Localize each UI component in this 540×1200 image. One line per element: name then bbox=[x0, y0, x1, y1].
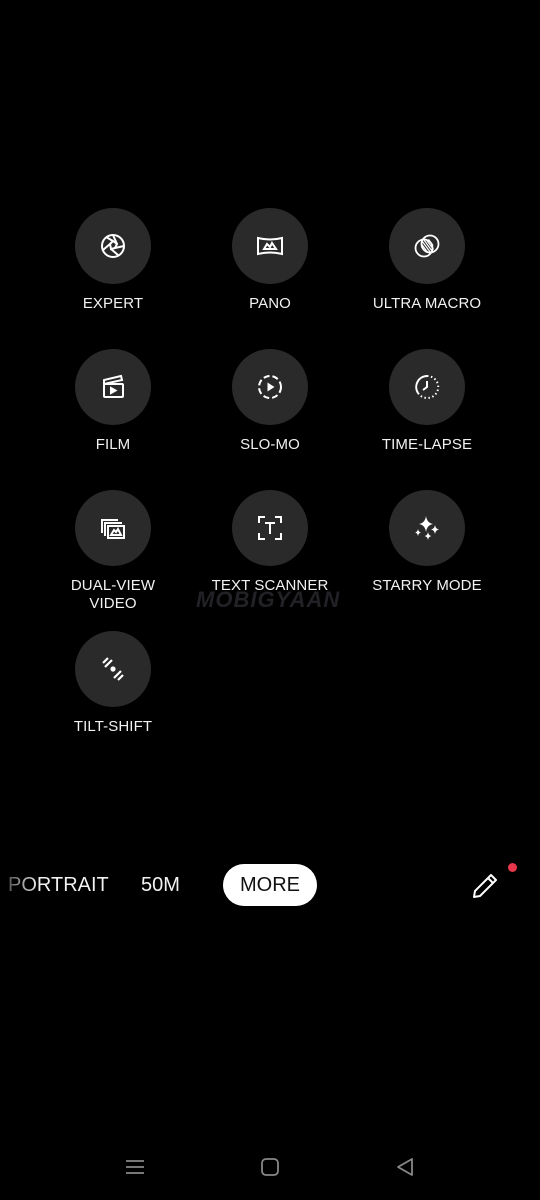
sparkles-icon bbox=[415, 516, 439, 540]
mode-expert-label: EXPERT bbox=[82, 295, 144, 312]
timelapse-icon bbox=[415, 374, 440, 399]
pencil-icon bbox=[473, 874, 497, 898]
mode-starry-label: STARRY MODE bbox=[372, 577, 482, 594]
mode-ultra-macro[interactable]: ULTRA MACRO bbox=[352, 208, 502, 313]
clapperboard-icon bbox=[103, 374, 124, 398]
mode-dual-view-video-label: DUAL-VIEW VIDEO bbox=[70, 577, 156, 612]
mode-pano-label: PANO bbox=[249, 295, 291, 312]
mode-tilt-shift[interactable]: TILT-SHIFT bbox=[38, 631, 188, 736]
back-triangle-icon bbox=[397, 1158, 413, 1176]
mode-slo-mo[interactable]: SLO-MO bbox=[195, 349, 345, 454]
mode-film-label: FILM bbox=[95, 436, 131, 453]
system-nav-bar bbox=[0, 1150, 540, 1184]
mode-expert-button[interactable] bbox=[75, 208, 151, 284]
tab-50m[interactable]: 50M bbox=[141, 864, 180, 906]
tab-more[interactable]: MORE bbox=[223, 864, 317, 906]
mode-starry[interactable]: STARRY MODE bbox=[352, 490, 502, 595]
mode-film-button[interactable] bbox=[75, 349, 151, 425]
menu-icon bbox=[126, 1160, 144, 1174]
notification-dot bbox=[508, 863, 517, 872]
edit-modes-button[interactable] bbox=[470, 869, 502, 901]
mode-starry-button[interactable] bbox=[389, 490, 465, 566]
aperture-icon bbox=[101, 234, 125, 258]
mode-dual-view-video-button[interactable] bbox=[75, 490, 151, 566]
mode-tilt-shift-label: TILT-SHIFT bbox=[73, 718, 153, 735]
mode-time-lapse[interactable]: TIME-LAPSE bbox=[352, 349, 502, 454]
mode-tilt-shift-button[interactable] bbox=[75, 631, 151, 707]
mode-dual-view-video[interactable]: DUAL-VIEW VIDEO bbox=[38, 490, 188, 613]
mode-film[interactable]: FILM bbox=[38, 349, 188, 454]
mode-pano[interactable]: PANO bbox=[195, 208, 345, 313]
mode-time-lapse-button[interactable] bbox=[389, 349, 465, 425]
mode-slo-mo-button[interactable] bbox=[232, 349, 308, 425]
tab-portrait[interactable]: PORTRAIT bbox=[8, 864, 109, 906]
recents-button[interactable] bbox=[118, 1150, 152, 1184]
mode-ultra-macro-button[interactable] bbox=[389, 208, 465, 284]
mode-time-lapse-label: TIME-LAPSE bbox=[381, 436, 473, 453]
home-button[interactable] bbox=[253, 1150, 287, 1184]
camera-mode-bar: PORTRAIT 50M MORE bbox=[0, 864, 540, 906]
slow-motion-icon bbox=[258, 375, 282, 399]
mode-ultra-macro-label: ULTRA MACRO bbox=[372, 295, 482, 312]
tilt-shift-icon bbox=[102, 657, 124, 681]
back-button[interactable] bbox=[388, 1150, 422, 1184]
panorama-icon bbox=[257, 236, 283, 256]
mode-text-scanner[interactable]: TEXT SCANNER bbox=[195, 490, 345, 595]
home-square-icon bbox=[261, 1158, 279, 1176]
mode-slo-mo-label: SLO-MO bbox=[240, 436, 300, 453]
dual-view-icon bbox=[101, 519, 125, 539]
mode-expert[interactable]: EXPERT bbox=[38, 208, 188, 313]
watermark: MOBIGYAAN bbox=[196, 587, 341, 612]
mode-text-scanner-button[interactable] bbox=[232, 490, 308, 566]
text-scan-icon bbox=[258, 516, 282, 540]
macro-icon bbox=[414, 234, 440, 258]
mode-pano-button[interactable] bbox=[232, 208, 308, 284]
